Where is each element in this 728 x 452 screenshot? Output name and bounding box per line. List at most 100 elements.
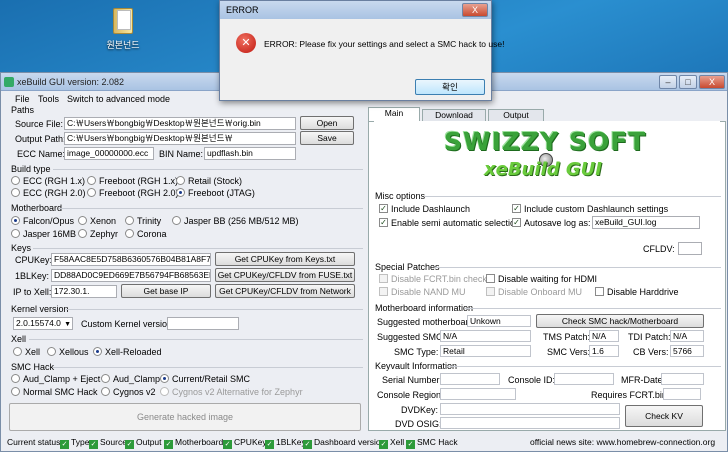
console-id-label: Console ID: <box>508 375 556 385</box>
include-custom-dashlaunch-label: Include custom Dashlaunch settings <box>524 204 669 214</box>
tab-download[interactable]: Download <box>422 109 486 121</box>
ecc-name-input[interactable]: image_00000000.ecc <box>64 147 154 160</box>
dialog-titlebar[interactable]: ERROR X <box>220 1 491 19</box>
include-dashlaunch-label: Include Dashlaunch <box>391 204 471 214</box>
cpukey-from-network-button[interactable]: Get CPUKey/CFLDV from Network <box>215 284 355 298</box>
disable-fcrt-checkbox[interactable] <box>379 274 388 283</box>
mobo-zephyr-radio[interactable] <box>78 229 87 238</box>
output-path-input[interactable]: C:￦Users￦bongbig￦Desktop￦원본넌드￦ <box>64 132 296 145</box>
disable-harddrive-label: Disable Harddrive <box>607 287 679 297</box>
disable-nand-mu-label: Disable NAND MU <box>391 287 466 297</box>
mfr-date-value <box>661 373 704 385</box>
disable-onboard-mu-checkbox[interactable] <box>486 287 495 296</box>
news-site-link[interactable]: official news site: www.homebrew-connect… <box>530 437 715 447</box>
generate-image-button[interactable]: Generate hacked image <box>9 403 361 431</box>
cpukey-from-fuse-button[interactable]: Get CPUKey/CFLDV from FUSE.txt <box>215 268 355 282</box>
tms-patch-label: TMS Patch: <box>543 332 591 342</box>
disable-harddrive-checkbox[interactable] <box>595 287 604 296</box>
maximize-button[interactable]: □ <box>679 75 697 89</box>
tms-patch-value: N/A <box>589 330 619 342</box>
build-freeboot-rgh1-radio[interactable] <box>87 176 96 185</box>
get-base-ip-button[interactable]: Get base IP <box>121 284 211 298</box>
include-custom-dashlaunch-checkbox[interactable]: ✓ <box>512 204 521 213</box>
desktop-folder[interactable]: 원본넌드 <box>98 6 148 51</box>
bin-name-label: BIN Name: <box>159 149 204 159</box>
blkey-input[interactable]: DD88AD0C9ED669E7B56794FB68563EFA <box>51 269 211 282</box>
semi-auto-checkbox[interactable]: ✓ <box>379 218 388 227</box>
cfldv-label: CFLDV: <box>643 244 675 254</box>
xellous-radio[interactable] <box>47 347 56 356</box>
mobo-info-section-label: Motherboard information <box>375 303 474 313</box>
ip-xell-input[interactable]: 172.30.1. <box>51 285 117 298</box>
dialog-close-button[interactable]: X <box>462 3 488 17</box>
check-smc-hack-button[interactable]: Check SMC hack/Motherboard <box>536 314 704 328</box>
build-retail-radio[interactable] <box>176 176 185 185</box>
include-dashlaunch-checkbox[interactable]: ✓ <box>379 204 388 213</box>
smc-type-label: SMC Type: <box>394 347 439 357</box>
cpukey-label: CPUKey: <box>15 255 53 265</box>
mobo-jasper16-radio[interactable] <box>11 229 20 238</box>
cpukey-input[interactable]: F58AAC8E5D758B6360576B04B81A8F7B <box>51 253 211 266</box>
suggested-smc-value: N/A <box>440 330 531 342</box>
requires-fcrt-label: Requires FCRT.bin: <box>591 390 670 400</box>
minimize-button[interactable]: – <box>659 75 677 89</box>
logo-line1: SWIZZY SOFT <box>444 127 647 156</box>
mobo-falcon-radio[interactable] <box>11 216 20 225</box>
smc-cygnos-radio[interactable] <box>101 387 110 396</box>
smc-audclamp-eject-radio[interactable] <box>11 374 20 383</box>
mobo-jasper16-label: Jasper 16MB <box>23 229 77 239</box>
bin-name-input[interactable]: updflash.bin <box>204 147 296 160</box>
smc-cygnos-alt-radio[interactable] <box>160 387 169 396</box>
mobo-xenon-radio[interactable] <box>78 216 87 225</box>
kernel-version-select[interactable]: 2.0.15574.0 ▼ <box>13 317 73 330</box>
mobo-trinity-radio[interactable] <box>125 216 134 225</box>
tab-main[interactable]: Main <box>368 107 420 121</box>
build-ecc-rgh1-radio[interactable] <box>11 176 20 185</box>
menu-file[interactable]: File <box>15 94 30 104</box>
smc-audclamp-radio[interactable] <box>101 374 110 383</box>
build-ecc-rgh2-radio[interactable] <box>11 188 20 197</box>
open-button[interactable]: Open <box>300 116 354 130</box>
close-button[interactable]: X <box>699 75 725 89</box>
tab-output[interactable]: Output <box>488 109 544 121</box>
build-retail-label: Retail (Stock) <box>188 176 243 186</box>
smc-normal-label: Normal SMC Hack <box>23 387 98 397</box>
smc-normal-radio[interactable] <box>11 387 20 396</box>
custom-kernel-input[interactable] <box>167 317 239 330</box>
status-label: Current status: <box>7 437 63 447</box>
dvd-osig-label: DVD OSIG: <box>395 419 442 429</box>
check-kv-button[interactable]: Check KV <box>625 405 703 427</box>
build-type-section-label: Build type <box>11 164 51 174</box>
cpukey-from-keys-button[interactable]: Get CPUKey from Keys.txt <box>215 252 355 266</box>
dialog-title: ERROR <box>226 5 259 15</box>
source-file-input[interactable]: C:￦Users￦bongbig￦Desktop￦원본넌드￦orig.bin <box>64 117 296 130</box>
save-button[interactable]: Save <box>300 131 354 145</box>
mobo-corona-radio[interactable] <box>125 229 134 238</box>
menu-tools[interactable]: Tools <box>38 94 59 104</box>
xell-option-label: Xell <box>25 347 41 357</box>
smc-cygnos-alt-label: Cygnos v2 Alternative for Zephyr <box>172 387 303 397</box>
autosave-checkbox[interactable]: ✓ <box>512 218 521 227</box>
dialog-ok-button[interactable]: 확인 <box>415 79 485 95</box>
error-dialog: ERROR X ✕ ERROR: Please fix your setting… <box>219 0 504 101</box>
build-freeboot-rgh2-radio[interactable] <box>87 188 96 197</box>
mobo-jasper-bb-radio[interactable] <box>172 216 181 225</box>
smc-vers-label: SMC Vers: <box>547 347 591 357</box>
mobo-zephyr-label: Zephyr <box>90 229 119 239</box>
autosave-filename-input[interactable]: xeBuild_GUI.log <box>592 216 700 229</box>
menu-switch-advanced[interactable]: Switch to advanced mode <box>67 94 170 104</box>
output-path-label: Output Path: <box>15 134 66 144</box>
xell-reloaded-radio[interactable] <box>93 347 102 356</box>
disable-hdmi-checkbox[interactable] <box>486 274 495 283</box>
build-freeboot-jtag-radio[interactable] <box>176 188 185 197</box>
cfldv-input[interactable] <box>678 242 702 255</box>
smc-retail-radio[interactable] <box>160 374 169 383</box>
smc-audclamp-eject-label: Aud_Clamp + Eject <box>23 374 101 384</box>
blkey-label: 1BLKey: <box>15 271 50 281</box>
motherboard-section-label: Motherboard <box>11 203 63 213</box>
xell-radio[interactable] <box>13 347 22 356</box>
error-icon: ✕ <box>236 33 256 53</box>
status-item-cpukey: ✓ CPUKey <box>223 437 267 449</box>
check-icon: ✓ <box>379 440 388 449</box>
disable-nand-mu-checkbox[interactable] <box>379 287 388 296</box>
